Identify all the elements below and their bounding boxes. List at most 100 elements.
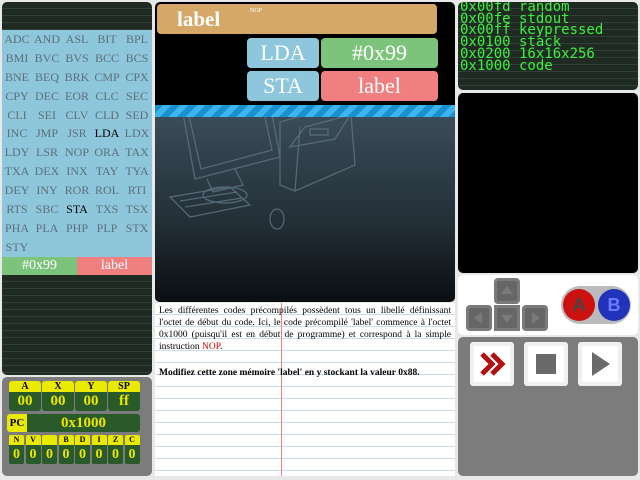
register-x-label: X [42,381,74,392]
instruction-operand-2[interactable]: label [321,71,438,101]
opcode-cli[interactable]: CLI [2,106,32,125]
opcode-bvc[interactable]: BVC [32,49,62,68]
register-a: A 00 [9,381,41,411]
opcode-iny[interactable]: INY [32,181,62,200]
opcode-ora[interactable]: ORA [92,143,122,162]
opcode-clc[interactable]: CLC [92,87,122,106]
opcode-dey[interactable]: DEY [2,181,32,200]
status-flag-value: 0 [58,445,74,464]
opcode-sbc[interactable]: SBC [32,200,62,219]
left-arrow-icon[interactable] [466,305,492,331]
up-arrow-icon[interactable] [494,278,520,304]
opcode-plp[interactable]: PLP [92,219,122,238]
opcode-lda[interactable]: LDA [92,124,122,143]
opcode-pla[interactable]: PLA [32,219,62,238]
opcode-stx[interactable]: STX [122,219,152,238]
fast-forward-button[interactable] [470,342,514,386]
b-button[interactable]: B [598,289,630,321]
opcode-bit[interactable]: BIT [92,30,122,49]
status-flag: C0 [124,435,140,464]
opcode-tsx[interactable]: TSX [122,200,152,219]
memory-map-line: 0x1000 code [460,57,553,74]
play-button[interactable] [578,342,622,386]
opcode-dec[interactable]: DEC [32,87,62,106]
opcode-brk[interactable]: BRK [62,68,92,87]
register-a-label: A [9,381,41,392]
opcode-cpx[interactable]: CPX [122,68,152,87]
down-arrow-icon[interactable] [494,305,520,331]
opcode-pha[interactable]: PHA [2,219,32,238]
opcode-lsr[interactable]: LSR [32,143,62,162]
instruction-opcode-2[interactable]: STA [247,71,319,101]
status-flag-value: 0 [9,445,24,464]
display-screen [458,93,638,273]
status-flag: 0 [42,435,57,464]
opcode-tax[interactable]: TAX [122,143,152,162]
code-label-banner[interactable]: label NOP [157,4,437,34]
opcode-adc[interactable]: ADC [2,30,32,49]
opcode-cpy[interactable]: CPY [2,87,32,106]
register-pc-value: 0x1000 [27,414,140,432]
opcode-clv[interactable]: CLV [62,106,92,125]
status-flag: B0 [58,435,74,464]
status-flag: D0 [75,435,90,464]
register-y: Y 00 [75,381,107,411]
opcode-jmp[interactable]: JMP [32,124,62,143]
opcode-inc[interactable]: INC [2,124,32,143]
instruction-operand-1[interactable]: #0x99 [321,38,438,68]
opcode-sta[interactable]: STA [62,200,92,219]
operand-label-chip[interactable]: label [77,257,152,275]
opcode-ldx[interactable]: LDX [122,124,152,143]
opcode-tay[interactable]: TAY [92,162,122,181]
operand-immediate-chip[interactable]: #0x99 [2,257,77,275]
opcode-jsr[interactable]: JSR [62,124,92,143]
opcode-and[interactable]: AND [32,30,62,49]
opcode-rti[interactable]: RTI [122,181,152,200]
status-flag-label: N [9,435,24,445]
opcode-php[interactable]: PHP [62,219,92,238]
opcode-ror[interactable]: ROR [62,181,92,200]
ab-button-holder: A B [561,286,631,324]
opcode-cld[interactable]: CLD [92,106,122,125]
opcode-bcc[interactable]: BCC [92,49,122,68]
execution-controls [458,337,638,476]
opcode-sty[interactable]: STY [2,238,32,257]
task-instruction: Modifiez cette zone mémoire 'label' en y… [159,368,420,378]
opcode-eor[interactable]: EOR [62,87,92,106]
right-arrow-icon[interactable] [522,305,548,331]
opcode-txa[interactable]: TXA [2,162,32,181]
opcode-cmp[interactable]: CMP [92,68,122,87]
opcode-bcs[interactable]: BCS [122,49,152,68]
opcode-bpl[interactable]: BPL [122,30,152,49]
opcode-rts[interactable]: RTS [2,200,32,219]
opcode-nop[interactable]: NOP [62,143,92,162]
opcode-bne[interactable]: BNE [2,68,32,87]
opcode-tya[interactable]: TYA [122,162,152,181]
opcode-sei[interactable]: SEI [32,106,62,125]
opcode-inx[interactable]: INX [62,162,92,181]
opcode-sec[interactable]: SEC [122,87,152,106]
register-sp-label: SP [108,381,140,392]
register-pc-label: PC [7,414,27,432]
opcode-ldy[interactable]: LDY [2,143,32,162]
status-flag: N0 [9,435,24,464]
opcode-dex[interactable]: DEX [32,162,62,181]
code-label-note: NOP [250,8,263,14]
opcode-bmi[interactable]: BMI [2,49,32,68]
computer-illustration [155,76,455,302]
opcode-rol[interactable]: ROL [92,181,122,200]
stop-button[interactable] [524,342,568,386]
opcode-header-bar [2,2,152,30]
register-x-value: 00 [42,392,74,411]
opcode-asl[interactable]: ASL [62,30,92,49]
a-button[interactable]: A [563,289,595,321]
stop-icon [528,346,564,382]
opcode-bvs[interactable]: BVS [62,49,92,68]
opcode-txs[interactable]: TXS [92,200,122,219]
register-sp: SP ff [108,381,140,411]
opcode-sed[interactable]: SED [122,106,152,125]
register-y-value: 00 [75,392,107,411]
instruction-opcode-1[interactable]: LDA [247,38,319,68]
register-sp-value: ff [108,392,140,411]
opcode-beq[interactable]: BEQ [32,68,62,87]
